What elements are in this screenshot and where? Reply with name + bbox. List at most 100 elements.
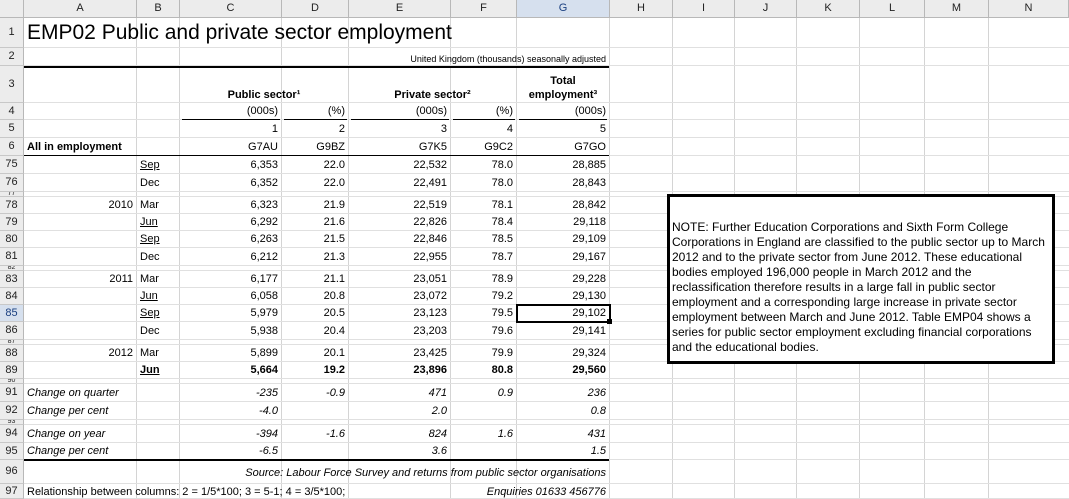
data-cell: 21.1 [323,273,345,285]
data-cell: 21.5 [323,233,345,245]
series-code: G7AU [248,141,278,153]
data-cell: 78.0 [491,159,513,171]
row-header-80[interactable]: 80 [0,231,24,248]
column-header-j[interactable]: J [735,0,797,18]
column-header-m[interactable]: M [925,0,989,18]
change-cell: 0.8 [590,405,606,417]
change-cell: 2.0 [431,405,447,417]
data-cell: 6,263 [250,233,278,245]
row-header-76[interactable]: 76 [0,174,24,192]
row-month: Sep [140,307,160,319]
table-rule [351,119,449,120]
row-month: Sep [140,233,160,245]
gridline-vertical [516,18,517,499]
data-cell: 22,846 [413,233,447,245]
change-label: Change per cent [27,445,109,457]
column-header-i[interactable]: I [673,0,735,18]
column-header-f[interactable]: F [451,0,517,18]
row-header-4[interactable]: 4 [0,103,24,120]
row-header-75[interactable]: 75 [0,156,24,174]
row-header-97[interactable]: 97 [0,484,24,499]
column-header-k[interactable]: K [797,0,860,18]
active-cell-g85[interactable] [516,304,611,323]
row-month: Sep [140,159,160,171]
series-code: G7GO [574,141,606,153]
row-header-95[interactable]: 95 [0,443,24,460]
change-label: Change on quarter [27,387,119,399]
column-header-l[interactable]: L [860,0,925,18]
gridline-horizontal [24,442,1069,443]
change-cell: 1.6 [497,428,513,440]
row-header-2[interactable]: 2 [0,48,24,66]
row-header-1[interactable]: 1 [0,18,24,48]
change-cell: 0.9 [497,387,513,399]
data-cell: 22.0 [323,177,345,189]
change-cell: 1.5 [590,445,606,457]
data-cell: 29,109 [572,233,606,245]
spreadsheet-grid[interactable]: A B C D E F G H I J K L M N 1 2 3 4 5 6 75 76 77 78 79 80 81 82 83 84… [0,0,1069,499]
column-header-e[interactable]: E [349,0,451,18]
change-cell: 471 [428,387,447,399]
row-header-81[interactable]: 81 [0,248,24,266]
data-cell: 6,323 [250,199,278,211]
column-header-d[interactable]: D [282,0,349,18]
row-header-86[interactable]: 86 [0,322,24,340]
row-month: Dec [140,325,160,337]
row-header-91[interactable]: 91 [0,384,24,402]
row-header-88[interactable]: 88 [0,345,24,362]
data-cell: 5,938 [250,325,278,337]
gridline-horizontal [24,419,1069,420]
sheet-title: EMP02 Public and private sector employme… [27,21,452,44]
row-header-84[interactable]: 84 [0,288,24,305]
data-cell: 23,123 [413,307,447,319]
gridline-vertical [348,18,349,499]
row-year: 2011 [109,273,133,285]
data-cell: 78.7 [491,251,513,263]
data-cell: 6,353 [250,159,278,171]
row-header-83[interactable]: 83 [0,271,24,288]
row-header-79[interactable]: 79 [0,214,24,231]
header-employment: employment³ [528,89,598,101]
header-column-number: 4 [506,123,513,135]
gridline-horizontal [24,173,1069,174]
data-cell: 6,352 [250,177,278,189]
data-cell: 78.5 [491,233,513,245]
row-header-92[interactable]: 92 [0,402,24,420]
row-header-85[interactable]: 85 [0,305,24,322]
column-header-h[interactable]: H [610,0,673,18]
change-cell: -1.6 [326,428,345,440]
data-cell: 23,896 [413,364,447,376]
row-header-94[interactable]: 94 [0,425,24,443]
column-header-g[interactable]: G [517,0,610,18]
row-header-6[interactable]: 6 [0,138,24,156]
column-header-a[interactable]: A [24,0,137,18]
gridline-horizontal [24,378,1069,379]
row-month: Jun [140,216,158,228]
select-all-corner[interactable] [0,0,24,18]
gridline-horizontal [24,102,1069,103]
header-column-number: 3 [440,123,447,135]
note-text-box[interactable]: NOTE: Further Education Corporations and… [667,194,1055,364]
column-header-n[interactable]: N [989,0,1069,18]
column-header-c[interactable]: C [180,0,282,18]
row-header-89[interactable]: 89 [0,362,24,379]
table-rule [519,119,607,120]
gridline-horizontal [24,383,1069,384]
header-column-number: 1 [271,123,278,135]
data-cell: 20.5 [323,307,345,319]
data-cell: 23,072 [413,290,447,302]
row-header-5[interactable]: 5 [0,120,24,138]
row-header-96[interactable]: 96 [0,460,24,484]
gridline-horizontal [24,424,1069,425]
column-header-b[interactable]: B [137,0,180,18]
row-header-78[interactable]: 78 [0,197,24,214]
row-header-3[interactable]: 3 [0,66,24,103]
row-month: Mar [140,273,159,285]
fill-handle[interactable] [607,319,612,324]
header-unit: (%) [495,105,513,117]
data-cell: 21.6 [323,216,345,228]
row-month: Jun [140,290,158,302]
data-cell: 5,979 [250,307,278,319]
gridline-horizontal [24,137,1069,138]
data-cell: 22,519 [413,199,447,211]
